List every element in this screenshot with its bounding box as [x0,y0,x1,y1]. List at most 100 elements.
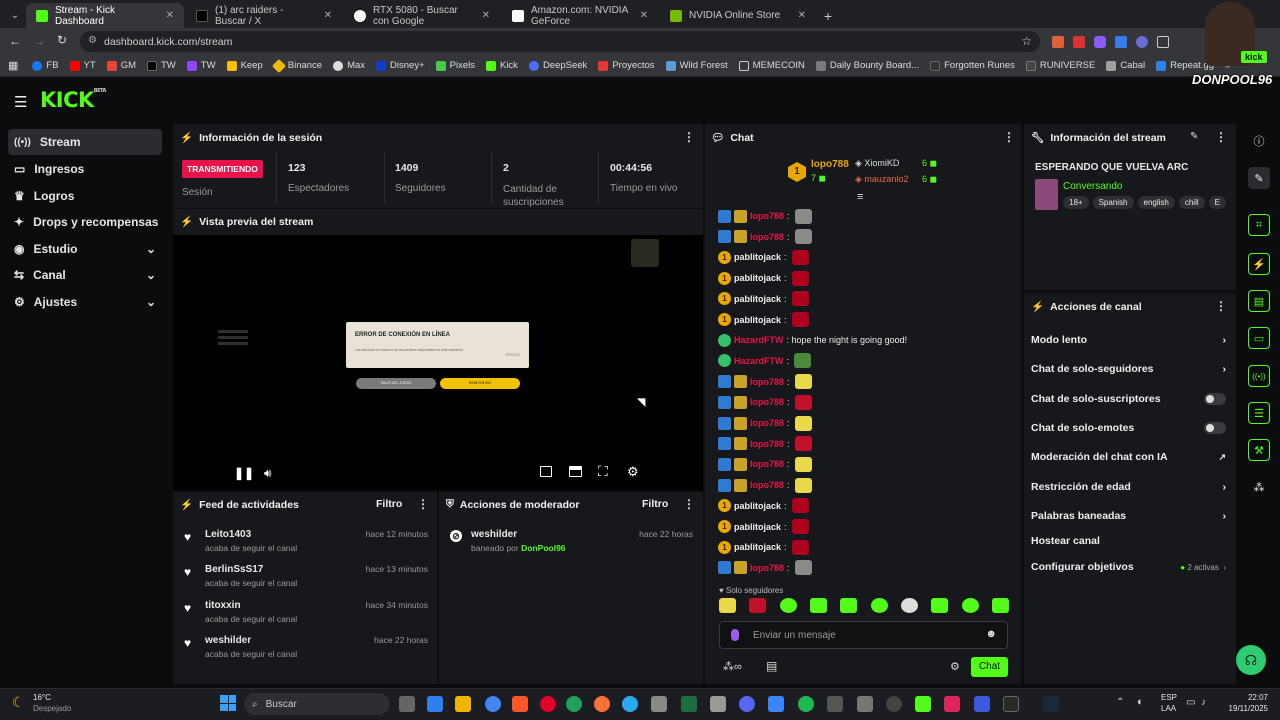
category-thumbnail[interactable] [1035,179,1058,210]
emote-icon[interactable] [779,598,797,613]
top-gifter-user[interactable]: lopo788 [811,159,849,170]
emote-icon[interactable] [900,598,918,613]
bookmark-daily-bounty[interactable]: Daily Bounty Board... [815,60,919,71]
stream-category[interactable]: Conversando [1063,181,1122,192]
weather-desc[interactable]: Despejado [33,704,71,713]
clipboard-icon[interactable]: ▤ [1248,290,1270,312]
sidebar-item-ingresos[interactable]: ▭ Ingresos [8,156,162,182]
extension-icon[interactable] [1136,36,1148,48]
chatters-infinity-icon[interactable]: ⁂∞ [723,660,742,673]
chat-message-input[interactable]: Enviar un mensaje ☻ [719,621,1008,649]
emote-icon[interactable] [840,598,858,613]
bookmark-fb[interactable]: FB [32,60,59,71]
opera-icon[interactable] [540,696,556,712]
tab-amazon[interactable]: Amazon.com: NVIDIA GeForce ✕ [502,3,658,28]
feed-user[interactable]: weshilder [205,635,251,646]
windows-start-icon[interactable] [220,695,236,711]
language-indicator[interactable]: ESP [1161,693,1177,702]
volume-icon[interactable]: ♪ [1201,697,1206,708]
bookmark-cabal[interactable]: Cabal [1106,60,1145,71]
sidebar-item-drops[interactable]: ✦ Drops y recompensas [8,209,162,235]
tray-chevron-up-icon[interactable]: ⌃ [1116,697,1124,708]
subscribers-only-toggle[interactable] [1204,393,1226,405]
kick-logo[interactable]: KICKBETA [40,88,106,112]
emote-icon[interactable] [870,598,888,613]
chat-username[interactable]: pablitojack [734,501,781,511]
notes-icon[interactable] [768,696,784,712]
edit-pencil-icon[interactable]: ✎ [1190,131,1198,142]
forward-icon[interactable]: → [33,34,45,48]
stream-info-menu-icon[interactable]: ⋮ [1215,130,1227,144]
emote-icon[interactable] [719,598,736,613]
clock-time[interactable]: 22:07 [1220,693,1268,702]
edge-icon[interactable] [566,696,582,712]
action-host-channel[interactable]: Hostear canal [1031,535,1226,547]
extensions-puzzle-icon[interactable] [1157,36,1169,48]
copilot-icon[interactable] [427,696,443,712]
session-menu-icon[interactable]: ⋮ [683,130,695,144]
telegram-icon[interactable] [622,696,638,712]
bookmark-runiverse[interactable]: RUNIVERSE [1025,60,1095,71]
action-age-restriction[interactable]: Restricción de edad › [1031,481,1226,493]
tag-chip[interactable]: english [1137,196,1175,209]
spotify-icon[interactable] [798,696,814,712]
bookmark-wild-forest[interactable]: Wild Forest [665,60,728,71]
bookmark-pixels[interactable]: Pixels [435,60,475,71]
hamburger-menu-icon[interactable]: ☰ [14,93,27,111]
close-tab-icon[interactable]: ✕ [166,10,174,21]
chat-username[interactable]: HazardFTW [734,356,784,366]
broadcast-icon[interactable]: ((•)) [1248,365,1270,387]
brave-icon[interactable] [512,696,528,712]
bookmark-yt[interactable]: YT [69,60,96,71]
chat-username[interactable]: pablitojack [734,294,781,304]
close-tab-icon[interactable]: ✕ [640,10,648,21]
chat-username[interactable]: pablitojack [734,273,781,283]
tag-chip[interactable]: chill [1178,196,1205,209]
file-explorer-icon[interactable] [455,696,471,712]
volume-icon[interactable]: 🔊︎ [264,466,272,481]
sidebar-item-estudio[interactable]: ◉ Estudio ⌄ [8,236,162,262]
emote-icon[interactable] [749,598,767,613]
bookmark-binance[interactable]: Binance [271,58,322,73]
close-tab-icon[interactable]: ✕ [482,10,490,21]
excel-icon[interactable] [681,696,697,712]
miniplayer-icon[interactable] [540,466,552,477]
discord-icon[interactable] [739,696,755,712]
emote-icon[interactable] [809,598,827,613]
tag-chip[interactable]: 18+ [1063,196,1089,209]
extension-icon[interactable] [1115,36,1127,48]
feed-user[interactable]: titoxxin [205,600,241,611]
bookmark-star-icon[interactable]: ☆ [1021,34,1032,48]
gifter-user[interactable]: mauzanlo2 [864,174,908,184]
bookmark-gm[interactable]: GM [106,60,136,71]
feed-user[interactable]: Leito1403 [205,529,251,540]
calculator-icon[interactable] [710,696,726,712]
reload-icon[interactable]: ↻ [57,33,67,47]
weather-temp[interactable]: 16°C [33,693,51,702]
bookmark-max[interactable]: Max [333,60,365,71]
stream-preview-video[interactable]: ERROR DE CONEXIÓN EN LÍNEA Los servicios… [173,235,703,490]
bolt-icon[interactable]: ⚡ [1248,253,1270,275]
feed-user[interactable]: BerlinSsS17 [205,564,263,575]
tag-chip[interactable]: Spanish [1092,196,1134,209]
layout-icon[interactable]: ☰ [1248,402,1270,424]
tab-search-button[interactable]: ⌄ [6,3,24,28]
obs-icon[interactable] [886,696,902,712]
store-icon[interactable]: ▤ [766,659,777,673]
sidebar-item-stream[interactable]: ((•)) Stream [8,129,162,155]
bookmark-tw-twitch[interactable]: TW [186,60,216,71]
chat-username[interactable]: lopo788 [750,232,784,242]
kick-app-icon[interactable] [915,696,931,712]
action-ai-moderation[interactable]: Moderación del chat con IA ↗ [1031,451,1226,463]
tab-nvidia-store[interactable]: NVIDIA Online Store ✕ [660,3,816,28]
emote-icon[interactable] [961,598,979,613]
chat-username[interactable]: pablitojack [734,315,781,325]
emote-icon[interactable] [931,598,949,613]
extension-icon[interactable] [1094,36,1106,48]
wrench-icon[interactable]: ⚒ [1248,439,1270,461]
back-icon[interactable]: ← [9,34,21,48]
apps-grid-icon[interactable]: ▦ [8,59,18,72]
chat-username[interactable]: pablitojack [734,252,781,262]
info-icon[interactable]: ⓘ [1248,130,1270,152]
bookmark-disney[interactable]: Disney+ [376,60,425,71]
